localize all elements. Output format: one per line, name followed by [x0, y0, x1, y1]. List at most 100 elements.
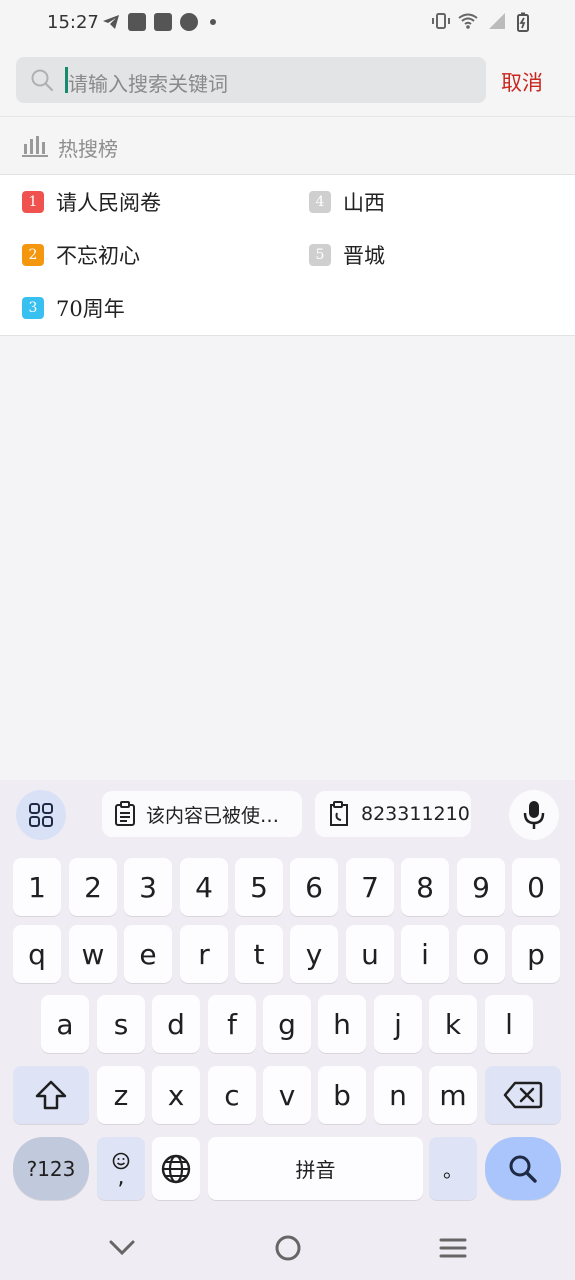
key-8[interactable]: 8: [401, 858, 449, 916]
soft-keyboard: 该内容已被使… 823311210 1 2 3 4 5 6 7 8 9 0 q …: [0, 780, 575, 1214]
key-z[interactable]: z: [97, 1066, 145, 1124]
header-area: 15:27 请输入搜索关键词 取消: [0, 0, 575, 116]
symbols-key[interactable]: ?123: [13, 1137, 89, 1200]
key-b[interactable]: b: [318, 1066, 366, 1124]
key-d[interactable]: d: [152, 995, 200, 1053]
key-0[interactable]: 0: [512, 858, 560, 916]
key-q[interactable]: q: [13, 925, 61, 983]
system-icons: [432, 12, 530, 32]
key-f[interactable]: f: [208, 995, 256, 1053]
cancel-button[interactable]: 取消: [501, 67, 543, 97]
key-3[interactable]: 3: [124, 858, 172, 916]
search-icon: [509, 1155, 537, 1183]
vibrate-icon: [432, 12, 450, 30]
mail-icon-2: [154, 13, 172, 31]
rank-badge: 2: [22, 244, 44, 266]
status-time: 15:27: [47, 12, 99, 33]
hot-search-title: 热搜榜: [58, 137, 118, 161]
comma-label: ,: [117, 1164, 125, 1190]
notification-icons: [102, 13, 216, 31]
key-2[interactable]: 2: [69, 858, 117, 916]
shift-key[interactable]: [13, 1066, 89, 1124]
space-key[interactable]: 拼音: [208, 1137, 423, 1200]
hot-search-list: 1 请人民阅卷 2 不忘初心 3 70周年 4 山西 5 晋城: [0, 175, 575, 336]
key-9[interactable]: 9: [457, 858, 505, 916]
key-x[interactable]: x: [152, 1066, 200, 1124]
nav-home-button[interactable]: [272, 1232, 304, 1264]
key-u[interactable]: u: [346, 925, 394, 983]
key-m[interactable]: m: [429, 1066, 477, 1124]
hot-item-label: 晋城: [343, 244, 385, 268]
key-4[interactable]: 4: [180, 858, 228, 916]
telegram-icon: [102, 13, 120, 31]
wifi-icon: [458, 12, 478, 30]
apps-grid-button[interactable]: [16, 790, 66, 840]
search-icon: [31, 69, 54, 92]
menu-lines-icon: [439, 1238, 467, 1258]
battery-icon: [516, 12, 530, 32]
search-input[interactable]: 请输入搜索关键词: [16, 57, 486, 103]
backspace-key[interactable]: [485, 1066, 561, 1124]
hot-item-5[interactable]: 5 晋城: [309, 240, 385, 270]
speed-icon: [180, 13, 198, 31]
clipboard-paste-icon: [330, 801, 348, 826]
key-y[interactable]: y: [290, 925, 338, 983]
hot-item-1[interactable]: 1 请人民阅卷: [22, 187, 161, 217]
key-e[interactable]: e: [124, 925, 172, 983]
bar-chart-icon: [22, 136, 48, 157]
hot-item-4[interactable]: 4 山西: [309, 187, 385, 217]
key-k[interactable]: k: [429, 995, 477, 1053]
key-h[interactable]: h: [318, 995, 366, 1053]
key-7[interactable]: 7: [346, 858, 394, 916]
apps-grid-icon: [29, 803, 53, 827]
key-t[interactable]: t: [235, 925, 283, 983]
clipboard-chip-1[interactable]: 该内容已被使…: [102, 791, 302, 837]
key-o[interactable]: o: [457, 925, 505, 983]
key-v[interactable]: v: [263, 1066, 311, 1124]
key-i[interactable]: i: [401, 925, 449, 983]
key-n[interactable]: n: [374, 1066, 422, 1124]
globe-icon: [161, 1154, 191, 1183]
language-key[interactable]: [152, 1137, 200, 1200]
key-l[interactable]: l: [485, 995, 533, 1053]
voice-input-button[interactable]: [509, 790, 559, 840]
hot-item-2[interactable]: 2 不忘初心: [22, 240, 140, 270]
clipboard-chip-1-text: 该内容已被使…: [146, 804, 280, 827]
nav-recents-button[interactable]: [437, 1232, 469, 1264]
rank-badge: 5: [309, 244, 331, 266]
key-w[interactable]: w: [69, 925, 117, 983]
clipboard-icon: [115, 801, 135, 826]
hot-item-label: 70周年: [56, 297, 125, 321]
emoji-comma-key[interactable]: ,: [97, 1137, 145, 1200]
hot-item-label: 不忘初心: [56, 244, 140, 268]
nav-back-button[interactable]: [106, 1232, 138, 1264]
rank-badge: 3: [22, 297, 44, 319]
key-1[interactable]: 1: [13, 858, 61, 916]
key-c[interactable]: c: [208, 1066, 256, 1124]
hot-item-3[interactable]: 3 70周年: [22, 293, 125, 323]
status-bar: 15:27: [0, 0, 575, 48]
key-g[interactable]: g: [263, 995, 311, 1053]
hot-search-header: 热搜榜: [0, 116, 575, 175]
shift-icon: [35, 1080, 67, 1110]
key-j[interactable]: j: [374, 995, 422, 1053]
key-r[interactable]: r: [180, 925, 228, 983]
key-6[interactable]: 6: [290, 858, 338, 916]
search-placeholder: 请输入搜索关键词: [68, 72, 228, 96]
clipboard-chip-2-text: 823311210: [361, 803, 470, 825]
rank-badge: 4: [309, 191, 331, 213]
key-a[interactable]: a: [41, 995, 89, 1053]
signal-icon: [488, 12, 506, 30]
clipboard-chip-2[interactable]: 823311210: [315, 791, 471, 837]
chevron-down-icon: [109, 1240, 135, 1256]
key-s[interactable]: s: [97, 995, 145, 1053]
period-key[interactable]: 。: [429, 1137, 477, 1200]
backspace-icon: [503, 1081, 543, 1109]
key-p[interactable]: p: [512, 925, 560, 983]
key-5[interactable]: 5: [235, 858, 283, 916]
search-action-key[interactable]: [485, 1137, 561, 1200]
rank-badge: 1: [22, 191, 44, 213]
hot-item-label: 请人民阅卷: [56, 191, 161, 215]
mail-icon: [128, 13, 146, 31]
home-circle-icon: [275, 1235, 301, 1261]
